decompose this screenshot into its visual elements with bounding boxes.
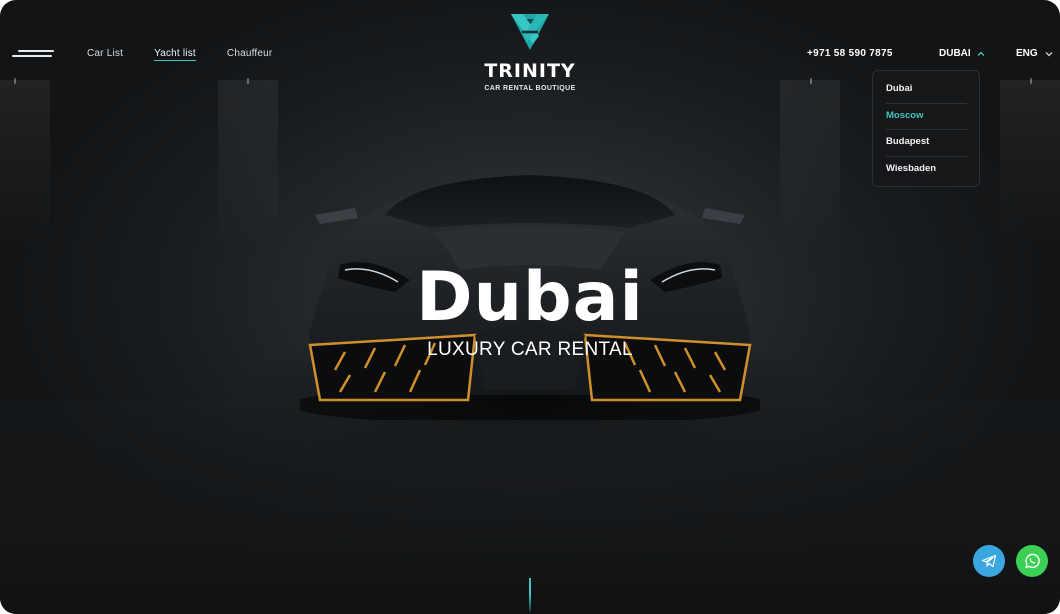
chevron-down-icon [1045, 51, 1053, 56]
nav-link-chauffeur[interactable]: Chauffeur [227, 48, 273, 61]
city-option-budapest[interactable]: Budapest [886, 130, 967, 157]
nav-link-car-list[interactable]: Car List [87, 48, 123, 61]
brand-name: TRINITY [484, 60, 576, 82]
ceiling-light [1030, 78, 1032, 84]
hero-background: Car List Yacht list Chauffeur TRINITY CA… [0, 0, 1060, 614]
menu-burger-button[interactable] [12, 49, 54, 59]
brand-tagline: CAR RENTAL BOUTIQUE [484, 85, 576, 92]
ceiling-light [247, 78, 249, 84]
whatsapp-button[interactable] [1016, 545, 1048, 577]
telegram-button[interactable] [973, 545, 1005, 577]
nav-link-yacht-list[interactable]: Yacht list [154, 48, 196, 61]
hero-subtitle: LUXURY CAR RENTAL [427, 339, 633, 360]
whatsapp-icon [1025, 553, 1040, 569]
language-selector[interactable]: ENG [1016, 48, 1053, 59]
city-option-dubai[interactable]: Dubai [886, 77, 967, 104]
trinity-logo-icon [511, 14, 549, 50]
telegram-icon [981, 554, 997, 568]
brand-logo[interactable]: TRINITY CAR RENTAL BOUTIQUE [478, 12, 582, 92]
city-option-moscow[interactable]: Moscow [886, 104, 967, 130]
ceiling-light [14, 78, 16, 84]
city-selector-label: DUBAI [939, 48, 971, 59]
language-selector-label: ENG [1016, 48, 1038, 59]
city-dropdown: Dubai Moscow Budapest Wiesbaden [872, 70, 980, 187]
city-option-wiesbaden[interactable]: Wiesbaden [886, 157, 967, 184]
chevron-up-icon [977, 51, 985, 56]
main-nav: Car List Yacht list Chauffeur [87, 48, 272, 61]
hero-title: Dubai [416, 258, 644, 337]
light-beam [0, 80, 50, 250]
phone-link[interactable]: +971 58 590 7875 [807, 48, 893, 59]
ceiling-light [810, 78, 812, 84]
city-selector[interactable]: DUBAI [939, 48, 985, 59]
scroll-indicator[interactable] [529, 578, 531, 612]
light-beam [780, 80, 840, 250]
light-beam [1000, 80, 1060, 250]
light-beam [218, 80, 278, 250]
